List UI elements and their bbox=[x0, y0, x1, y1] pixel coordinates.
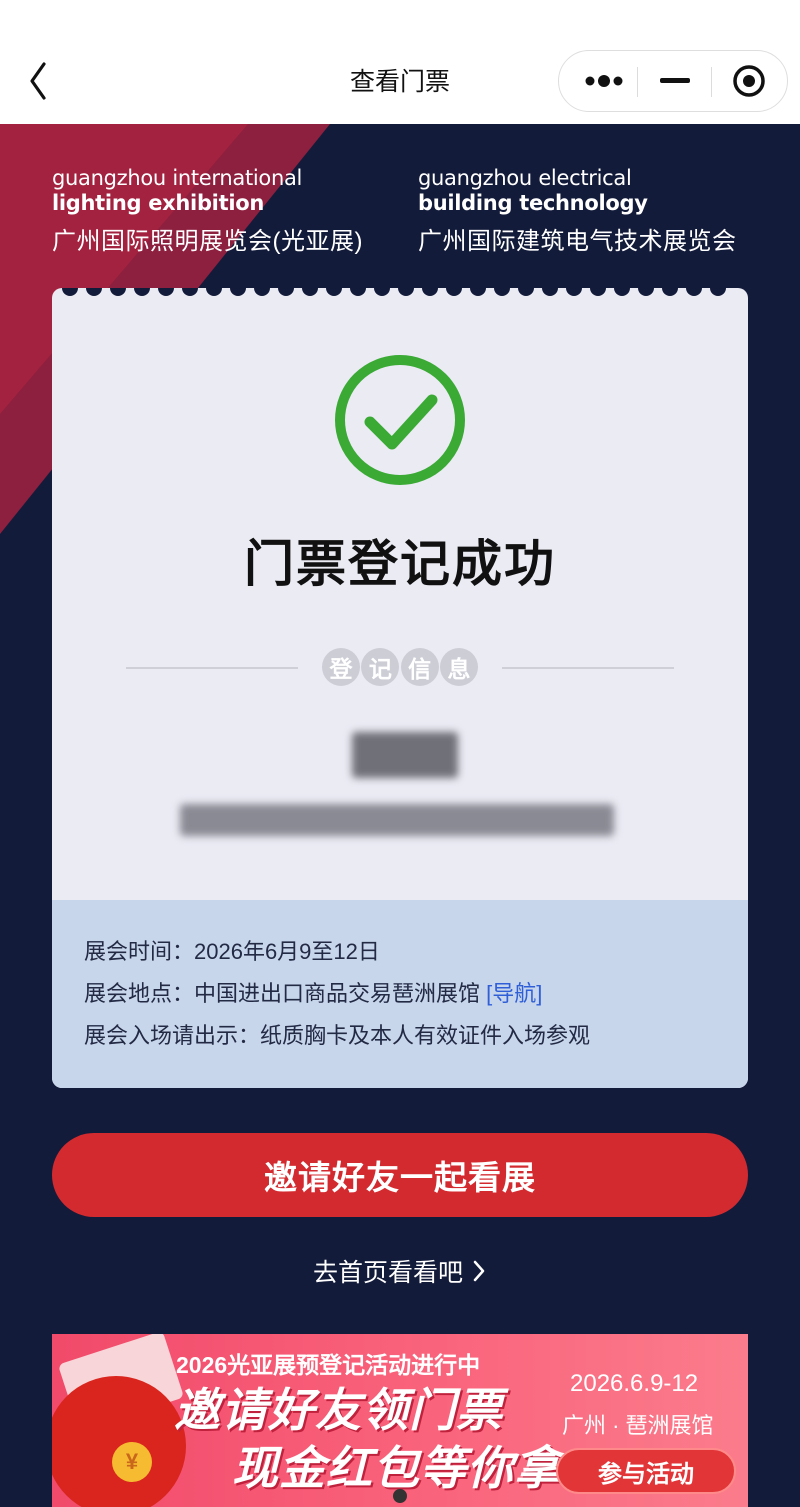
perforation-notch bbox=[638, 288, 654, 296]
banner-date: 2026.6.9-12 bbox=[570, 1370, 699, 1397]
perforation-notch bbox=[518, 288, 534, 296]
ticket-card: 门票登记成功 登 记 信 息 展会时间：2026年6月9至12日 展会地点：中国… bbox=[52, 288, 748, 1088]
brand-en-line2: lighting exhibition bbox=[52, 191, 264, 215]
info-exhibition-time: 展会时间：2026年6月9至12日 bbox=[84, 939, 380, 964]
perforation-notch bbox=[134, 288, 150, 296]
section-divider-right bbox=[502, 667, 674, 669]
brand-cn-name: 广州国际照明展览会(光亚展) bbox=[52, 228, 363, 255]
perforation-notch bbox=[374, 288, 390, 296]
info-place-text: 展会地点：中国进出口商品交易琶洲展馆 bbox=[84, 981, 481, 1006]
brand-en-line1: guangzhou international bbox=[52, 166, 303, 190]
coin-icon: ¥ bbox=[112, 1442, 152, 1482]
top-nav-bar: 查看门票 bbox=[0, 0, 800, 124]
carousel-indicator bbox=[393, 1489, 407, 1503]
perforation-notch bbox=[302, 288, 318, 296]
perforation-notch bbox=[398, 288, 414, 296]
navigation-link[interactable]: [导航] bbox=[486, 981, 542, 1006]
perforation-notch bbox=[422, 288, 438, 296]
mini-program-capsule bbox=[558, 50, 788, 112]
section-label: 登 记 信 息 bbox=[322, 648, 478, 688]
perforation-notch bbox=[494, 288, 510, 296]
perforation-notch bbox=[230, 288, 246, 296]
perforation-notch bbox=[470, 288, 486, 296]
perforation-notch bbox=[158, 288, 174, 296]
perforation-notch bbox=[254, 288, 270, 296]
success-check-icon bbox=[334, 354, 466, 491]
section-divider-left bbox=[126, 667, 298, 669]
perforation-notch bbox=[62, 288, 78, 296]
banner-headline-1: 邀请好友领门票 bbox=[174, 1384, 503, 1436]
perforation-notch bbox=[662, 288, 678, 296]
perforation-notch bbox=[110, 288, 126, 296]
promo-banner[interactable]: ¥ 2026光亚展预登记活动进行中 邀请好友领门票 现金红包等你拿 2026.6… bbox=[52, 1334, 748, 1507]
perforation-notch bbox=[350, 288, 366, 296]
go-home-link[interactable]: 去首页看看吧 bbox=[0, 1253, 800, 1289]
chevron-right-icon bbox=[473, 1260, 485, 1282]
perforation-notch bbox=[566, 288, 582, 296]
more-dots-icon[interactable] bbox=[569, 51, 639, 111]
brand-en-line1: guangzhou electrical bbox=[418, 166, 632, 190]
close-target-icon[interactable] bbox=[713, 51, 785, 111]
capsule-divider bbox=[637, 67, 638, 97]
join-activity-button[interactable]: 参与活动 bbox=[556, 1448, 736, 1494]
perforation-notch bbox=[446, 288, 462, 296]
brand-electrical-exhibition: guangzhou electrical building technology… bbox=[418, 166, 737, 256]
brand-lighting-exhibition: guangzhou international lighting exhibit… bbox=[52, 166, 363, 256]
perforation-notch bbox=[86, 288, 102, 296]
perforation-notch bbox=[542, 288, 558, 296]
success-title: 门票登记成功 bbox=[244, 536, 556, 592]
section-label-char: 登 bbox=[322, 648, 360, 686]
brand-en-line2: building technology bbox=[418, 191, 648, 215]
info-exhibition-place: 展会地点：中国进出口商品交易琶洲展馆 [导航] bbox=[84, 976, 542, 1008]
info-entry-requirement: 展会入场请出示：纸质胸卡及本人有效证件入场参观 bbox=[84, 1023, 591, 1048]
banner-venue: 广州 · 琶洲展馆 bbox=[562, 1413, 714, 1438]
minimize-icon[interactable] bbox=[639, 51, 711, 111]
perforation-notch bbox=[206, 288, 222, 296]
perforation-notch bbox=[278, 288, 294, 296]
go-home-label: 去首页看看吧 bbox=[312, 1259, 463, 1287]
redacted-company bbox=[180, 804, 614, 836]
section-label-char: 信 bbox=[400, 648, 439, 686]
perforation-notch bbox=[182, 288, 198, 296]
perforation-notch bbox=[590, 288, 606, 296]
capsule-divider bbox=[711, 67, 712, 97]
section-label-char: 息 bbox=[439, 648, 478, 686]
invite-friends-button[interactable]: 邀请好友一起看展 bbox=[52, 1133, 748, 1217]
banner-headline-2: 现金红包等你拿 bbox=[232, 1442, 561, 1494]
perforation-notch bbox=[710, 288, 726, 296]
brand-cn-name: 广州国际建筑电气技术展览会 bbox=[418, 228, 737, 255]
redacted-name bbox=[352, 732, 458, 778]
perforation-notch bbox=[614, 288, 630, 296]
perforation-notch bbox=[326, 288, 342, 296]
section-label-char: 记 bbox=[361, 648, 400, 686]
perforation-notch bbox=[686, 288, 702, 296]
